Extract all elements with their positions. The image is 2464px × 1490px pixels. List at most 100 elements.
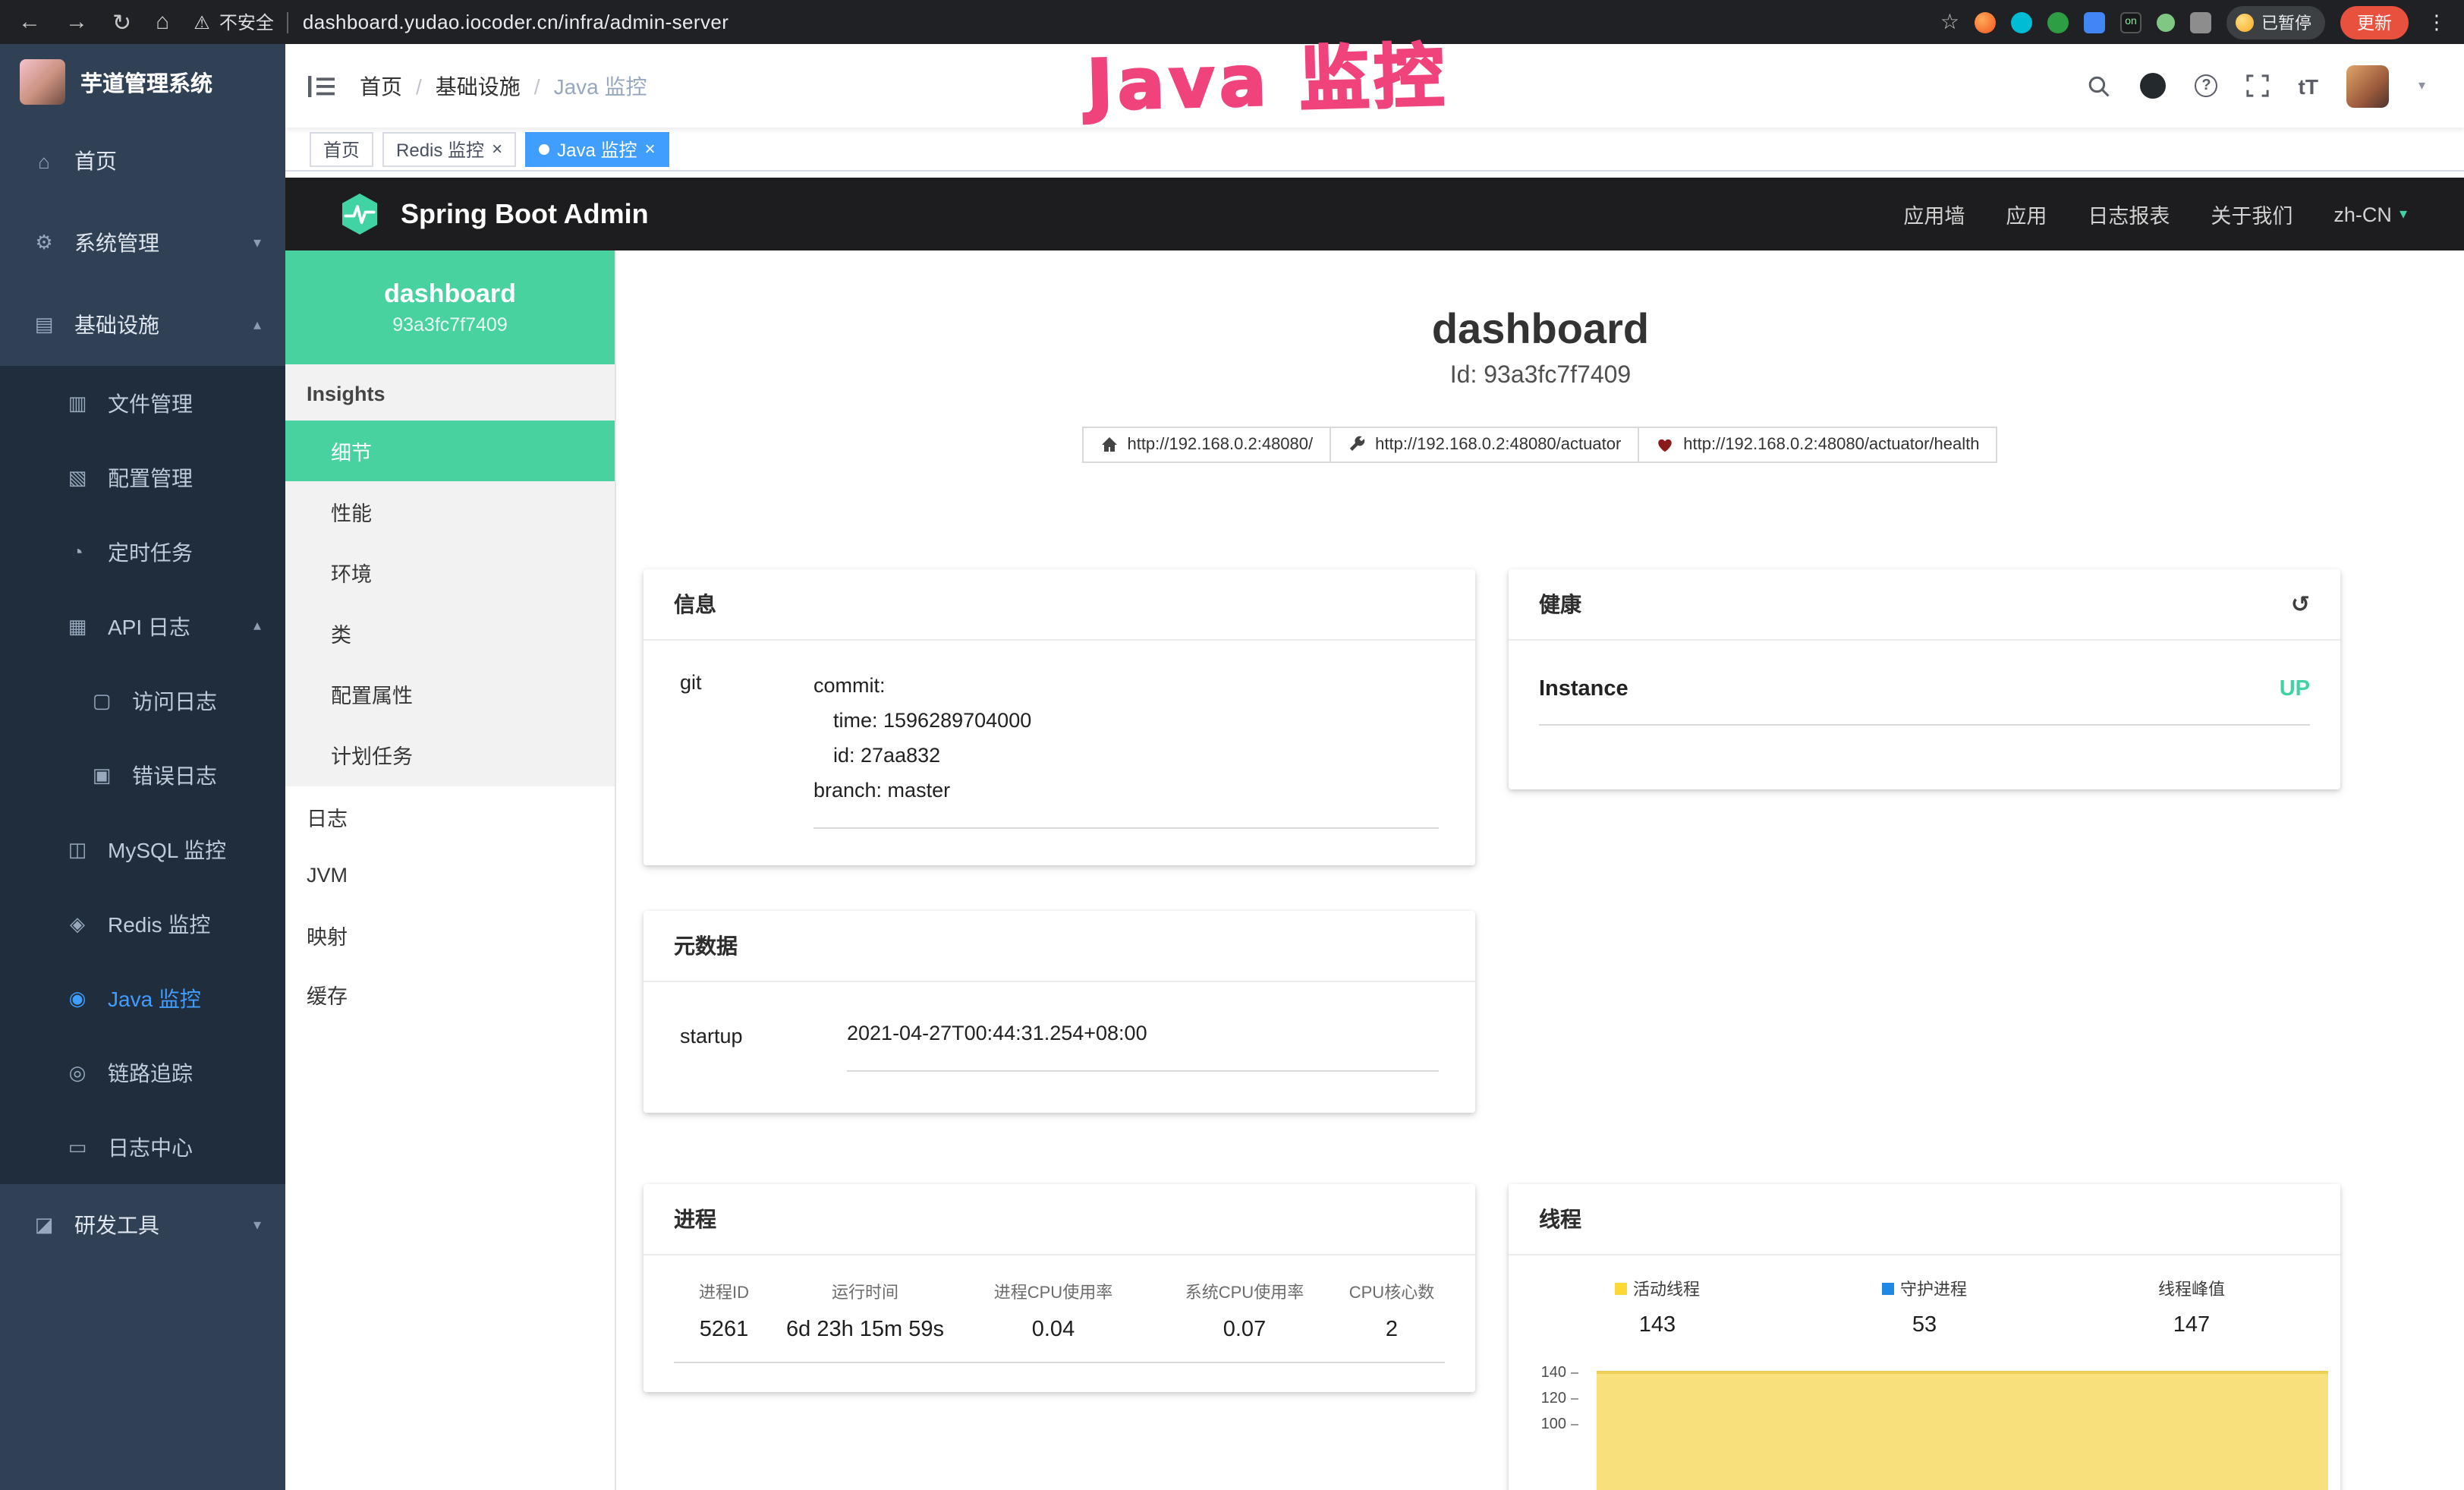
tab-redis-monitor[interactable]: Redis 监控 × [382, 131, 516, 166]
extension-icon-4[interactable] [2084, 11, 2105, 33]
uptime-value: 6d 23h 15m 59s [774, 1318, 956, 1362]
info-key: git [680, 668, 813, 829]
breadcrumb-home[interactable]: 首页 [360, 71, 402, 101]
breadcrumb-infra[interactable]: 基础设施 [436, 71, 521, 101]
tab-home[interactable]: 首页 [310, 131, 373, 166]
home-icon [1100, 436, 1118, 454]
wrench-icon [1348, 436, 1366, 454]
close-icon[interactable]: × [644, 140, 655, 158]
sidebar-item-api-logs[interactable]: ▦ API 日志 ▴ [0, 589, 285, 663]
sba-item-caches[interactable]: 缓存 [285, 964, 615, 1023]
avatar-caret-icon[interactable]: ▾ [2418, 77, 2425, 94]
sba-item-config-props[interactable]: 配置属性 [285, 663, 615, 724]
tab-java-monitor[interactable]: Java 监控 × [525, 131, 669, 166]
browser-nav-buttons: ← → ↻ ⌂ [0, 8, 194, 36]
threads-chart: 140 120 100 [1509, 1356, 2340, 1490]
extension-icon-2[interactable] [2011, 11, 2032, 33]
log-center-icon: ▭ [64, 1135, 91, 1159]
instance-header[interactable]: dashboard 93a3fc7f7409 [285, 250, 615, 364]
extension-icon-1[interactable] [1975, 11, 1996, 33]
sba-nav-about[interactable]: 关于我们 [2211, 199, 2292, 229]
thread-stats: 活动线程 143 守护进程 53 线程峰值 147 [1509, 1255, 2340, 1337]
git-time-line: time: 1596289704000 [813, 703, 1439, 738]
doc-icon: ▢ [88, 688, 115, 713]
extensions-puzzle-icon[interactable] [2190, 11, 2211, 33]
column-header: 进程ID [674, 1280, 774, 1318]
sidebar-item-log-center[interactable]: ▭ 日志中心 [0, 1110, 285, 1184]
sba-title[interactable]: Spring Boot Admin [401, 198, 649, 230]
tab-label: 首页 [323, 136, 360, 162]
main-area: 首页 / 基础设施 / Java 监控 ? tT ▾ Java 监控 [285, 44, 2464, 1490]
sba-item-classes[interactable]: 类 [285, 603, 615, 663]
close-icon[interactable]: × [492, 140, 502, 158]
history-icon[interactable]: ↺ [2291, 591, 2310, 618]
sidebar-item-config-mgmt[interactable]: ▧ 配置管理 [0, 440, 285, 515]
divider [288, 11, 289, 33]
user-avatar[interactable] [2347, 65, 2390, 107]
sba-logo-icon[interactable] [337, 191, 382, 237]
live-threads-swatch-icon [1615, 1283, 1627, 1295]
help-icon[interactable]: ? [2195, 74, 2218, 97]
sidebar-item-error-logs[interactable]: ▣ 错误日志 [0, 738, 285, 812]
config-icon: ▧ [64, 465, 91, 490]
sidebar-item-access-logs[interactable]: ▢ 访问日志 [0, 663, 285, 738]
health-row[interactable]: Instance UP [1539, 677, 2310, 726]
sba-item-details[interactable]: 细节 [285, 421, 615, 481]
service-url-button[interactable]: http://192.168.0.2:48080/ [1081, 427, 1331, 463]
paused-label: 已暂停 [2261, 10, 2311, 34]
sidebar-item-mysql-monitor[interactable]: ◫ MySQL 监控 [0, 812, 285, 887]
sidebar-item-system[interactable]: ⚙ 系统管理 ▾ [0, 202, 285, 284]
actuator-url-button[interactable]: http://192.168.0.2:48080/actuator [1330, 427, 1639, 463]
actuator-url: http://192.168.0.2:48080/actuator [1375, 436, 1621, 454]
column-header: 系统CPU使用率 [1150, 1280, 1339, 1318]
health-url-button[interactable]: http://192.168.0.2:48080/actuator/health [1638, 427, 1997, 463]
sidebar-fold-icon[interactable] [285, 74, 348, 98]
fullscreen-icon[interactable] [2247, 74, 2270, 97]
sidebar-item-dev-tools[interactable]: ◪ 研发工具 ▾ [0, 1184, 285, 1266]
header-actions: ? tT ▾ [2088, 65, 2464, 107]
home-icon[interactable]: ⌂ [156, 9, 169, 35]
sba-nav-wall[interactable]: 应用墙 [1903, 199, 1965, 229]
heart-icon [1656, 436, 1674, 454]
site-security[interactable]: ⚠ 不安全 [194, 9, 274, 35]
font-size-icon[interactable]: tT [2299, 74, 2318, 98]
sba-item-logs[interactable]: 日志 [285, 786, 615, 846]
github-icon[interactable] [2141, 73, 2167, 99]
sidebar-item-label: 文件管理 [108, 388, 193, 418]
extension-icon-5[interactable]: on [2120, 11, 2141, 33]
database-icon: ◫ [64, 837, 91, 862]
locale-selector[interactable]: zh-CN ▾ [2333, 203, 2407, 225]
sidebar-item-file-mgmt[interactable]: ▥ 文件管理 [0, 366, 285, 440]
security-label: 不安全 [219, 9, 274, 35]
sba-item-jvm[interactable]: JVM [285, 846, 615, 905]
back-icon[interactable]: ← [18, 9, 41, 35]
sidebar-item-redis-monitor[interactable]: ◈ Redis 监控 [0, 887, 285, 961]
sba-item-environment[interactable]: 环境 [285, 542, 615, 603]
sba-nav-applications[interactable]: 应用 [2006, 199, 2047, 229]
sba-nav-journal[interactable]: 日志报表 [2088, 199, 2170, 229]
sidebar-item-home[interactable]: ⌂ 首页 [0, 120, 285, 202]
forward-icon[interactable]: → [65, 9, 88, 35]
sidebar-item-java-monitor[interactable]: ◉ Java 监控 [0, 961, 285, 1035]
chevron-up-icon: ▴ [253, 317, 261, 333]
sba-item-metrics[interactable]: 性能 [285, 481, 615, 542]
sidebar-item-infra[interactable]: ▤ 基础设施 ▴ [0, 284, 285, 366]
reload-icon[interactable]: ↻ [112, 8, 131, 36]
sidebar-item-label: Redis 监控 [108, 909, 210, 939]
extension-icon-6[interactable] [2157, 13, 2175, 31]
trace-icon: ◎ [64, 1060, 91, 1085]
app-logo[interactable]: 芋道管理系统 [0, 44, 285, 120]
address-bar[interactable]: dashboard.yudao.iocoder.cn/infra/admin-s… [303, 11, 729, 33]
sidebar-item-tracing[interactable]: ◎ 链路追踪 [0, 1035, 285, 1110]
sba-item-scheduled-tasks[interactable]: 计划任务 [285, 724, 615, 785]
browser-menu-icon[interactable]: ⋮ [2424, 10, 2450, 34]
bookmark-star-icon[interactable]: ☆ [1940, 9, 1959, 35]
breadcrumb-separator: / [416, 74, 422, 98]
breadcrumb: 首页 / 基础设施 / Java 监控 [360, 71, 647, 101]
search-icon[interactable] [2088, 74, 2112, 98]
sidebar-item-scheduled-jobs[interactable]: ◔ 定时任务 [0, 515, 285, 589]
paused-badge[interactable]: 已暂停 [2226, 5, 2325, 39]
update-button[interactable]: 更新 [2340, 5, 2409, 39]
sba-item-mappings[interactable]: 映射 [285, 905, 615, 964]
extension-icon-3[interactable] [2047, 11, 2069, 33]
